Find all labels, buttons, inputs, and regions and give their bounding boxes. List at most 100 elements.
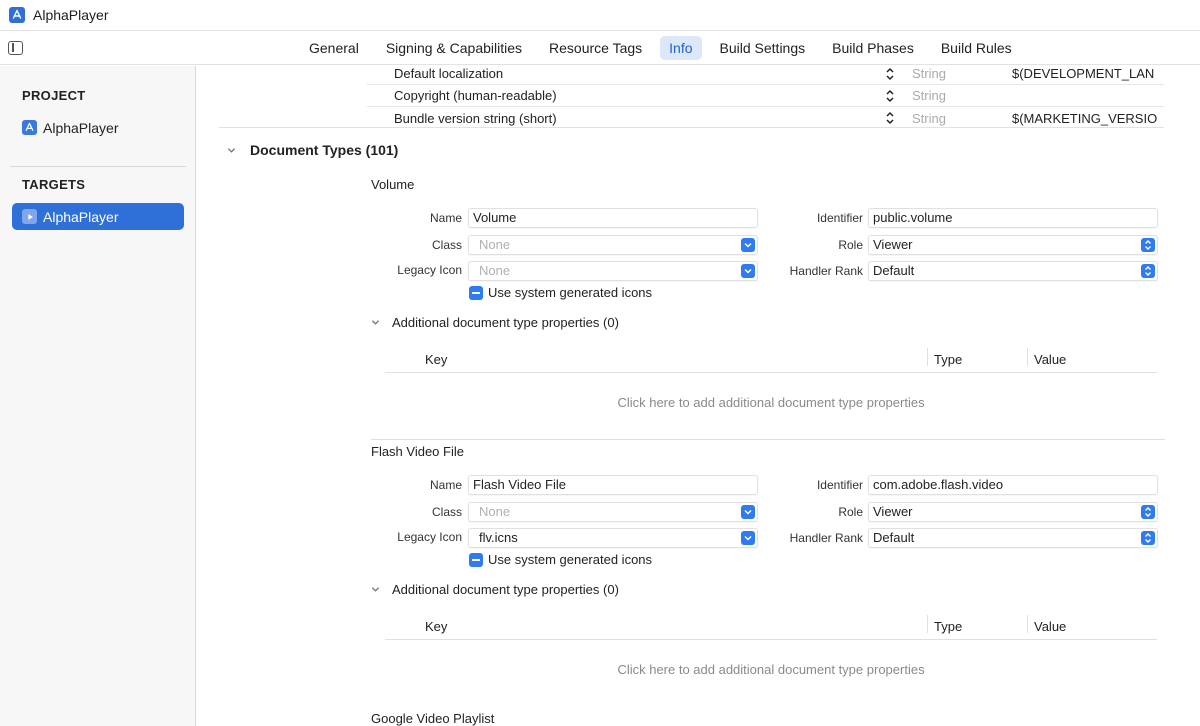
play-icon <box>22 209 37 224</box>
name-field[interactable]: Volume <box>468 208 758 228</box>
name-label: Name <box>429 211 462 225</box>
legacy-icon-value: None <box>479 263 511 278</box>
chevron-down-icon[interactable] <box>371 585 380 594</box>
type-column-header[interactable]: Type <box>934 619 962 634</box>
sidebar-toggle-icon[interactable] <box>8 41 23 55</box>
tab-resource-tags[interactable]: Resource Tags <box>540 36 651 60</box>
chevron-down-icon[interactable] <box>741 505 755 519</box>
document-type-title: Flash Video File <box>371 444 464 459</box>
add-properties-hint[interactable]: Click here to add additional document ty… <box>385 395 1157 410</box>
sidebar-item-target[interactable]: AlphaPlayer <box>12 203 184 230</box>
document-type-title: Volume <box>371 177 415 192</box>
additional-properties-table: Key Type Value Click here to add additio… <box>385 345 1157 425</box>
up-down-chevron-icon[interactable] <box>885 88 895 104</box>
legacy-icon-select[interactable]: None <box>468 261 758 281</box>
column-divider[interactable] <box>927 348 928 366</box>
property-key: Default localization <box>394 66 504 81</box>
additional-properties-label: Additional document type properties (0) <box>392 582 619 597</box>
key-column-header[interactable]: Key <box>425 352 447 367</box>
tab-build-rules[interactable]: Build Rules <box>932 36 1021 60</box>
identifier-field[interactable]: public.volume <box>868 208 1158 228</box>
key-column-header[interactable]: Key <box>425 619 447 634</box>
type-column-header[interactable]: Type <box>934 352 962 367</box>
tab-build-settings[interactable]: Build Settings <box>711 36 815 60</box>
column-divider[interactable] <box>927 615 928 633</box>
legacy-icon-value: flv.icns <box>479 530 518 545</box>
sidebar-item-project[interactable]: AlphaPlayer <box>12 114 184 141</box>
chevron-down-icon[interactable] <box>741 264 755 278</box>
property-row[interactable]: Copyright (human-readable) String <box>367 85 1164 107</box>
editor-toolbar: General Signing & Capabilities Resource … <box>0 30 1200 65</box>
class-label: Class <box>431 505 462 519</box>
role-label: Role <box>838 505 863 519</box>
document-types-title: Document Types (101) <box>250 142 399 158</box>
class-value: None <box>479 237 511 252</box>
role-label: Role <box>838 238 863 252</box>
up-down-chevron-icon[interactable] <box>1141 505 1155 519</box>
property-row[interactable]: Default localization String $(DEVELOPMEN… <box>367 66 1164 85</box>
chevron-down-icon[interactable] <box>371 318 380 327</box>
property-value[interactable]: $(MARKETING_VERSIO <box>1012 111 1162 126</box>
property-key: Copyright (human-readable) <box>394 88 557 103</box>
tab-general[interactable]: General <box>300 36 368 60</box>
identifier-label: Identifier <box>816 478 863 492</box>
document-type-google-video-playlist: Google Video Playlist <box>371 711 1165 726</box>
sidebar-item-label: AlphaPlayer <box>43 119 119 136</box>
handler-rank-select[interactable]: Default <box>868 261 1158 281</box>
role-value: Viewer <box>873 237 913 252</box>
name-field[interactable]: Flash Video File <box>468 475 758 495</box>
class-select[interactable]: None <box>468 502 758 522</box>
document-type-title: Google Video Playlist <box>371 711 495 726</box>
handler-rank-select[interactable]: Default <box>868 528 1158 548</box>
title-bar: AlphaPlayer <box>0 0 1200 30</box>
tab-build-phases[interactable]: Build Phases <box>823 36 923 60</box>
up-down-chevron-icon[interactable] <box>1141 531 1155 545</box>
section-divider <box>219 127 1164 128</box>
legacy-icon-label: Legacy Icon <box>397 530 462 544</box>
column-divider[interactable] <box>1027 615 1028 633</box>
add-properties-hint[interactable]: Click here to add additional document ty… <box>385 662 1157 677</box>
tab-signing-capabilities[interactable]: Signing & Capabilities <box>377 36 531 60</box>
property-type: String <box>912 88 946 103</box>
up-down-chevron-icon[interactable] <box>885 110 895 126</box>
class-select[interactable]: None <box>468 235 758 255</box>
role-value: Viewer <box>873 504 913 519</box>
chevron-down-icon[interactable] <box>741 238 755 252</box>
use-system-icons-checkbox[interactable] <box>469 286 483 300</box>
table-header: Key Type Value <box>385 612 1157 640</box>
app-store-icon <box>9 7 25 23</box>
additional-properties-toggle[interactable]: Additional document type properties (0) <box>371 582 619 597</box>
legacy-icon-label: Legacy Icon <box>397 263 462 277</box>
up-down-chevron-icon[interactable] <box>885 66 895 82</box>
up-down-chevron-icon[interactable] <box>1141 264 1155 278</box>
property-row[interactable]: Bundle version string (short) String $(M… <box>367 107 1164 129</box>
window-title: AlphaPlayer <box>33 7 109 23</box>
value-column-header[interactable]: Value <box>1034 352 1066 367</box>
value-column-header[interactable]: Value <box>1034 619 1066 634</box>
chevron-down-icon[interactable] <box>227 146 236 155</box>
additional-properties-toggle[interactable]: Additional document type properties (0) <box>371 315 619 330</box>
property-value[interactable]: $(DEVELOPMENT_LAN <box>1012 66 1162 81</box>
sidebar-divider <box>10 166 186 167</box>
up-down-chevron-icon[interactable] <box>1141 238 1155 252</box>
chevron-down-icon[interactable] <box>741 531 755 545</box>
property-type: String <box>912 110 946 126</box>
use-system-icons-checkbox[interactable] <box>469 553 483 567</box>
legacy-icon-select[interactable]: flv.icns <box>468 528 758 548</box>
table-header: Key Type Value <box>385 345 1157 373</box>
use-system-icons-label: Use system generated icons <box>488 285 653 300</box>
class-value: None <box>479 504 511 519</box>
column-divider[interactable] <box>1027 348 1028 366</box>
role-select[interactable]: Viewer <box>868 235 1158 255</box>
targets-section-label: TARGETS <box>22 177 86 192</box>
identifier-field[interactable]: com.adobe.flash.video <box>868 475 1158 495</box>
property-key: Bundle version string (short) <box>394 110 557 126</box>
document-types-header[interactable]: Document Types (101) <box>227 142 398 158</box>
role-select[interactable]: Viewer <box>868 502 1158 522</box>
handler-rank-value: Default <box>873 530 915 545</box>
document-type-divider <box>371 439 1165 440</box>
name-label: Name <box>429 478 462 492</box>
tab-bar: General Signing & Capabilities Resource … <box>300 36 1030 60</box>
tab-info[interactable]: Info <box>660 36 702 60</box>
additional-properties-label: Additional document type properties (0) <box>392 315 619 330</box>
